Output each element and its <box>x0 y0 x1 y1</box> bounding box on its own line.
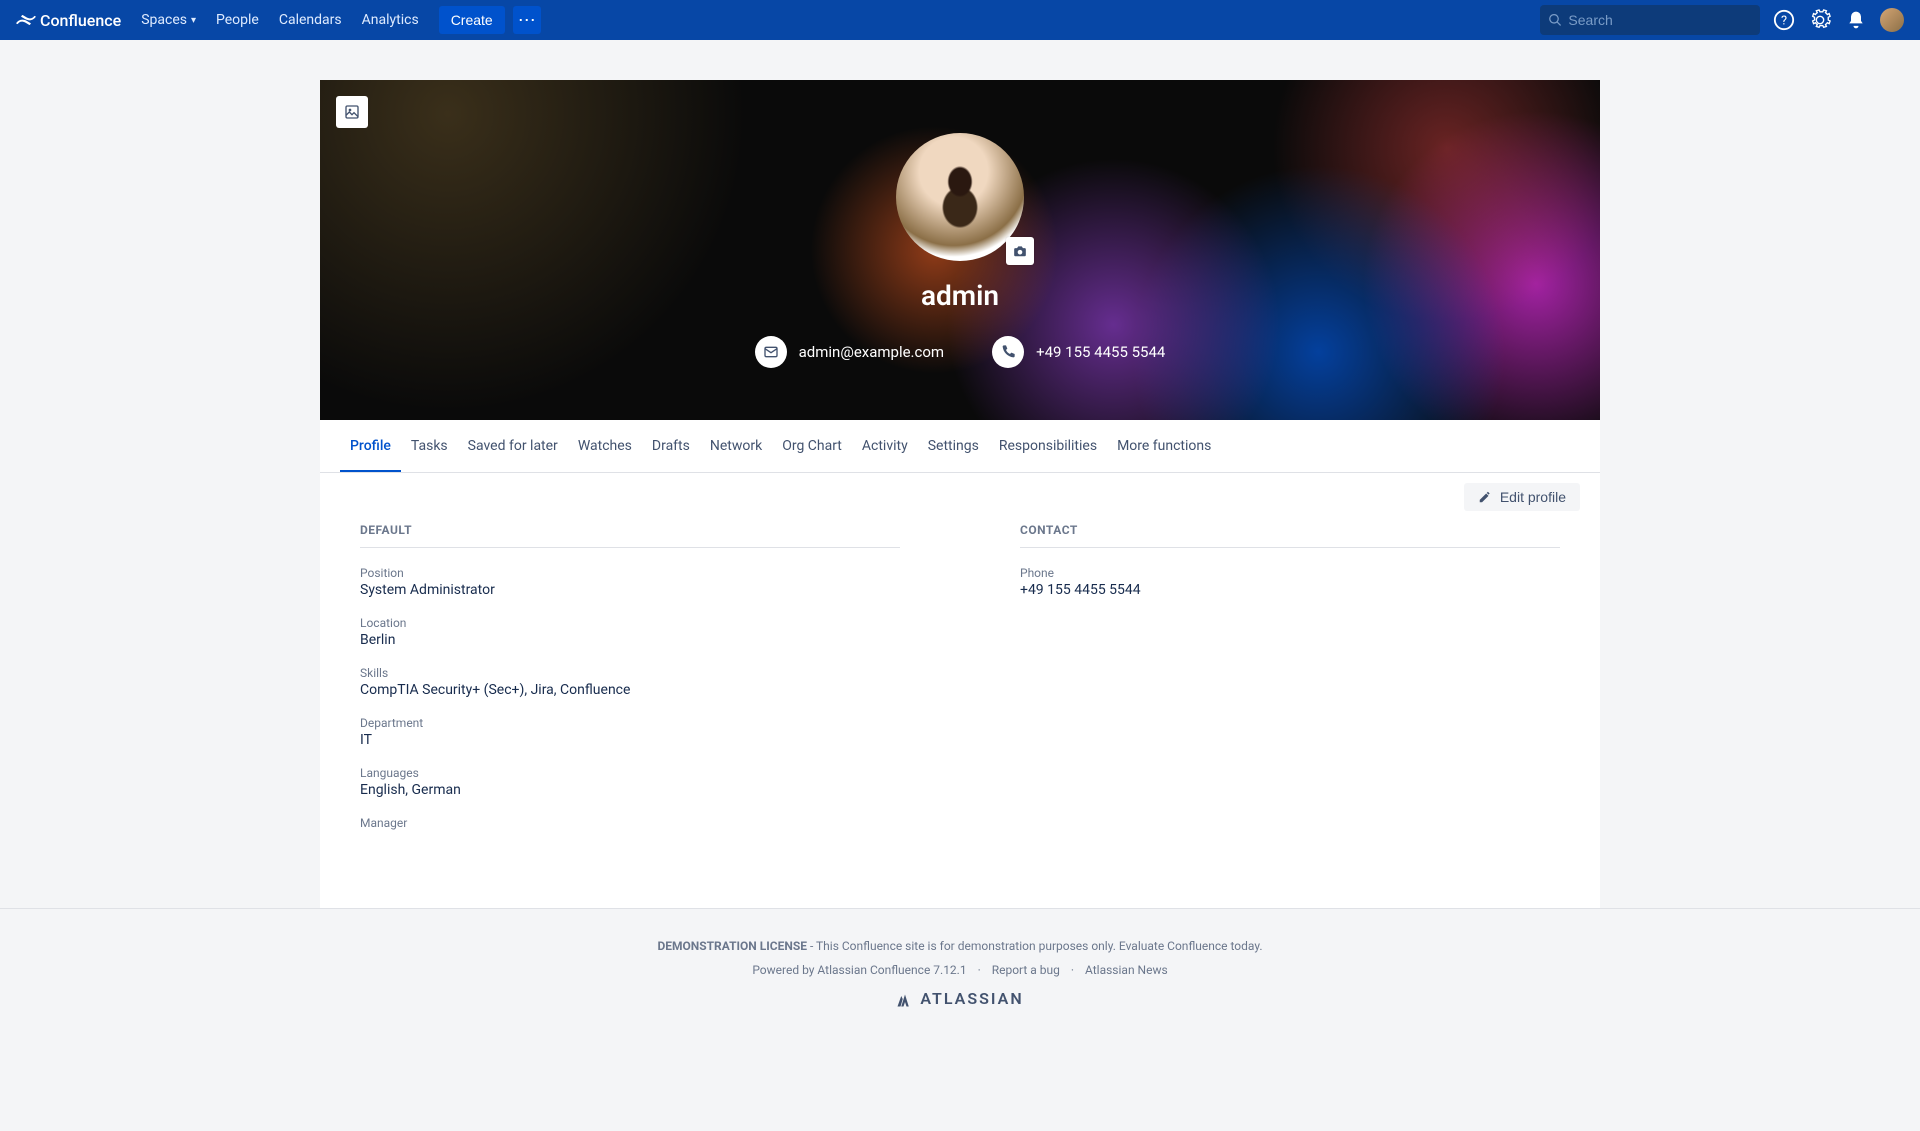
section-default: DEFAULT Position System Administrator Lo… <box>360 523 900 848</box>
nav-people[interactable]: People <box>208 0 267 40</box>
field-label-skills: Skills <box>360 666 900 680</box>
help-button[interactable]: ? <box>1772 8 1796 32</box>
gear-icon <box>1809 9 1831 31</box>
tab-settings[interactable]: Settings <box>918 420 989 472</box>
nav-calendars[interactable]: Calendars <box>271 0 350 40</box>
profile-avatar <box>896 133 1024 261</box>
search-input[interactable] <box>1568 12 1752 28</box>
create-button[interactable]: Create <box>439 6 505 34</box>
phone-icon <box>1000 344 1016 360</box>
footer-demo-text: - This Confluence site is for demonstrat… <box>807 939 1263 953</box>
section-contact: CONTACT Phone +49 155 4455 5544 <box>1020 523 1560 848</box>
user-avatar-small[interactable] <box>1880 8 1904 32</box>
more-actions-button[interactable]: ⋯ <box>513 6 541 34</box>
search-box[interactable] <box>1540 5 1760 35</box>
footer-atlassian-news[interactable]: Atlassian News <box>1085 963 1168 977</box>
help-icon: ? <box>1773 9 1795 31</box>
search-icon <box>1548 12 1562 28</box>
camera-icon <box>1013 244 1027 258</box>
nav-analytics[interactable]: Analytics <box>354 0 427 40</box>
field-value-position: System Administrator <box>360 582 900 598</box>
tab-responsibilities[interactable]: Responsibilities <box>989 420 1107 472</box>
footer-powered-by[interactable]: Powered by Atlassian Confluence 7.12.1 <box>752 963 966 977</box>
notifications-button[interactable] <box>1844 8 1868 32</box>
atlassian-logo[interactable]: ATLASSIAN <box>0 989 1920 1008</box>
field-value-skills: CompTIA Security+ (Sec+), Jira, Confluen… <box>360 682 900 698</box>
tab-drafts[interactable]: Drafts <box>642 420 700 472</box>
bell-icon <box>1846 10 1866 30</box>
atlassian-icon <box>896 990 914 1008</box>
tab-network[interactable]: Network <box>700 420 772 472</box>
chevron-down-icon: ▾ <box>191 15 196 26</box>
field-label-phone: Phone <box>1020 566 1560 580</box>
edit-profile-button[interactable]: Edit profile <box>1464 483 1580 511</box>
svg-text:?: ? <box>1781 14 1787 29</box>
top-navigation: Confluence Spaces▾ People Calendars Anal… <box>0 0 1920 40</box>
field-label-department: Department <box>360 716 900 730</box>
field-value-languages: English, German <box>360 782 900 798</box>
field-label-location: Location <box>360 616 900 630</box>
change-avatar-button[interactable] <box>1006 237 1034 265</box>
field-value-phone: +49 155 4455 5544 <box>1020 582 1560 598</box>
pencil-icon <box>1478 490 1492 504</box>
field-label-position: Position <box>360 566 900 580</box>
field-value-department: IT <box>360 732 900 748</box>
nav-spaces[interactable]: Spaces▾ <box>133 0 204 40</box>
tab-tasks[interactable]: Tasks <box>401 420 458 472</box>
profile-tabs: Profile Tasks Saved for later Watches Dr… <box>320 420 1600 473</box>
footer-report-bug[interactable]: Report a bug <box>992 963 1060 977</box>
tab-saved-for-later[interactable]: Saved for later <box>458 420 568 472</box>
tab-more-functions[interactable]: More functions <box>1107 420 1221 472</box>
confluence-logo[interactable]: Confluence <box>16 10 121 30</box>
tab-activity[interactable]: Activity <box>852 420 918 472</box>
field-value-location: Berlin <box>360 632 900 648</box>
settings-button[interactable] <box>1808 8 1832 32</box>
brand-text: Confluence <box>40 11 121 30</box>
section-title-default: DEFAULT <box>360 523 900 548</box>
profile-hero-banner: admin admin@example.com +49 155 4455 554… <box>320 80 1600 420</box>
profile-display-name: admin <box>921 279 999 312</box>
page-footer: DEMONSTRATION LICENSE - This Confluence … <box>0 908 1920 1038</box>
field-label-manager: Manager <box>360 816 900 830</box>
image-icon <box>344 104 360 120</box>
profile-phone[interactable]: +49 155 4455 5544 <box>992 336 1165 368</box>
tab-org-chart[interactable]: Org Chart <box>772 420 852 472</box>
confluence-icon <box>16 10 36 30</box>
mail-icon <box>763 344 779 360</box>
field-label-languages: Languages <box>360 766 900 780</box>
profile-email[interactable]: admin@example.com <box>755 336 944 368</box>
tab-profile[interactable]: Profile <box>340 420 401 472</box>
edit-banner-image-button[interactable] <box>336 96 368 128</box>
tab-watches[interactable]: Watches <box>568 420 642 472</box>
footer-demo-license: DEMONSTRATION LICENSE <box>657 939 807 953</box>
section-title-contact: CONTACT <box>1020 523 1560 548</box>
